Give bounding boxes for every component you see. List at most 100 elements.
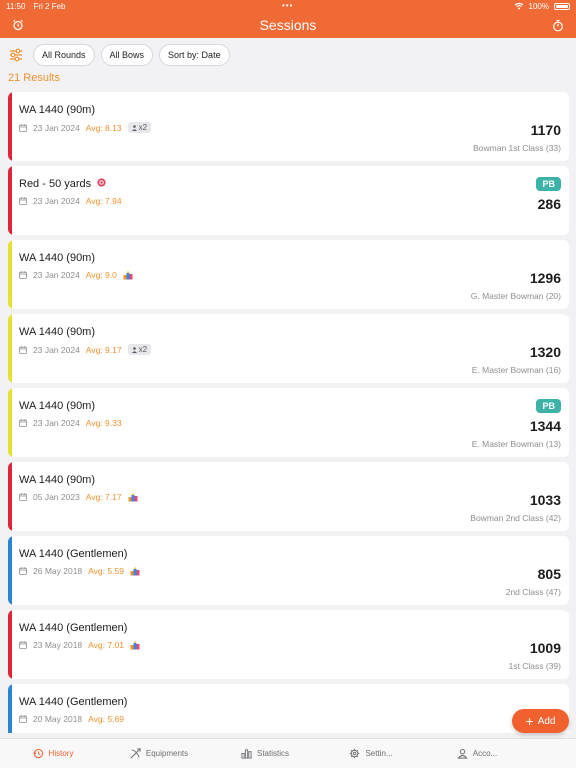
battery-icon (554, 2, 570, 10)
session-meta: 23 May 2018 Avg: 7.01 (19, 640, 140, 650)
calendar-icon (19, 271, 27, 279)
session-score: 1009 (529, 640, 561, 656)
gear-icon (350, 748, 360, 759)
session-title-text: WA 1440 (90m) (19, 252, 96, 264)
tab-history-label: History (48, 749, 74, 758)
add-button-label: Add (537, 715, 556, 727)
page-title: Sessions (259, 17, 317, 33)
session-date: 23 May 2018 (33, 640, 83, 650)
session-date: 23 Jan 2024 (33, 122, 80, 133)
calendar-icon (19, 419, 27, 427)
shooters-count: x2 (138, 123, 148, 132)
bow-color-stripe (8, 166, 12, 235)
session-average: Avg: 8.13 (85, 122, 122, 133)
plus-icon: + (525, 713, 534, 729)
wifi-icon (514, 2, 523, 10)
tab-equipments[interactable]: Equipments (106, 739, 212, 768)
session-date: 20 May 2018 (33, 714, 83, 724)
session-average: Avg: 9.0 (85, 270, 117, 280)
session-title: WA 1440 (Gentlemen) (19, 696, 127, 708)
session-card[interactable]: WA 1440 (Gentlemen) 23 May 2018 Avg: 7.01 1… (8, 610, 569, 679)
team-icon (130, 566, 140, 575)
tab-bar: History Equipments Statistics Settin... … (0, 738, 576, 768)
session-card[interactable]: WA 1440 (Gentlemen) 26 May 2018 Avg: 5.59 8… (8, 536, 569, 605)
session-card[interactable]: WA 1440 (Gentlemen)20 May 2018Avg: 5.698… (8, 684, 569, 733)
calendar-icon (19, 715, 27, 723)
session-classification: Bowman 1st Class (33) (473, 143, 561, 153)
calendar-icon (19, 641, 27, 649)
session-title: WA 1440 (90m) (19, 326, 95, 338)
sessions-list[interactable]: WA 1440 (90m) 23 Jan 2024 Avg: 8.13 x2 1170 B… (8, 92, 569, 733)
tab-equipments-label: Equipments (145, 749, 189, 758)
session-score: 1296 (529, 270, 561, 286)
all-bows-filter[interactable]: All Bows (100, 44, 154, 66)
session-meta: 23 Jan 2024 Avg: 8.13 x2 (19, 122, 152, 133)
bow-arrow-icon (130, 748, 141, 759)
person-icon (131, 346, 137, 353)
calendar-icon (19, 567, 27, 575)
add-session-button[interactable]: + Add (512, 709, 569, 733)
chart-icon (241, 749, 252, 759)
history-icon (33, 748, 43, 759)
session-card[interactable]: WA 1440 (90m) 05 Jan 2023 Avg: 7.17 1033 Bow… (8, 462, 569, 531)
session-date: 23 Jan 2024 (33, 344, 80, 355)
session-meta: 23 Jan 2024 Avg: 9.0 (19, 270, 133, 280)
personal-best-badge: PB (536, 399, 561, 413)
session-card[interactable]: WA 1440 (90m) 23 Jan 2024 Avg: 8.13 x2 1170 B… (8, 92, 569, 161)
team-icon (130, 640, 140, 649)
session-card[interactable]: WA 1440 (90m) 23 Jan 2024 Avg: 9.33 PB 1344 E… (8, 388, 569, 457)
stopwatch-icon[interactable] (550, 17, 566, 33)
bow-color-stripe (8, 684, 12, 733)
tab-statistics[interactable]: Statistics (212, 739, 318, 768)
session-classification: 1st Class (39) (508, 661, 561, 671)
session-average: Avg: 7.01 (88, 640, 124, 650)
shooters-count: x2 (138, 345, 148, 354)
session-date: 23 Jan 2024 (33, 418, 80, 428)
multitasking-dots[interactable]: ••• (282, 1, 293, 10)
tab-account[interactable]: Acco... (424, 739, 530, 768)
session-title: WA 1440 (90m) (19, 474, 95, 486)
session-title-text: Red - 50 yards (19, 178, 92, 190)
tab-statistics-label: Statistics (256, 749, 289, 758)
bow-color-stripe (8, 314, 12, 383)
navigation-bar: Sessions (0, 12, 576, 38)
person-icon (457, 748, 468, 759)
session-score: 1170 (530, 122, 561, 138)
session-title: WA 1440 (90m) (19, 252, 95, 264)
calendar-icon (19, 123, 27, 132)
bow-color-stripe (8, 92, 12, 161)
person-icon (131, 124, 137, 131)
session-card[interactable]: WA 1440 (90m) 23 Jan 2024 Avg: 9.0 1296 G. M… (8, 240, 569, 309)
session-title-text: WA 1440 (Gentlemen) (19, 622, 128, 634)
session-card[interactable]: WA 1440 (90m) 23 Jan 2024 Avg: 9.17 x2 1320 E… (8, 314, 569, 383)
sort-by-date-filter[interactable]: Sort by: Date (159, 44, 230, 66)
shooters-badge: x2 (127, 344, 152, 355)
all-rounds-filter[interactable]: All Rounds (33, 44, 95, 66)
session-title: Red - 50 yards (19, 178, 106, 190)
session-date: 26 May 2018 (33, 566, 83, 576)
session-average: Avg: 7.17 (85, 492, 122, 502)
session-average: Avg: 9.33 (85, 418, 122, 428)
tab-history[interactable]: History (0, 739, 106, 768)
session-meta: 26 May 2018 Avg: 5.59 (19, 566, 140, 576)
tab-settings[interactable]: Settin... (318, 739, 424, 768)
bow-color-stripe (8, 240, 12, 309)
session-score: 805 (537, 566, 561, 582)
alarm-icon[interactable] (10, 17, 26, 33)
session-score: 1320 (529, 344, 561, 360)
session-average: Avg: 5.59 (88, 566, 124, 576)
session-title-text: WA 1440 (90m) (19, 104, 96, 116)
session-classification: Bowman 2nd Class (42) (470, 513, 561, 523)
session-classification: E. Master Bowman (16) (471, 365, 561, 375)
session-title: WA 1440 (Gentlemen) (19, 622, 127, 634)
status-time: 11:50 (6, 1, 26, 11)
session-meta: 05 Jan 2023 Avg: 7.17 (19, 492, 138, 502)
session-title-text: WA 1440 (Gentlemen) (19, 548, 128, 560)
session-card[interactable]: Red - 50 yards 23 Jan 2024 Avg: 7.94 PB 286 (8, 166, 569, 235)
status-bar: 11:50 Fri 2 Feb ••• 100% (0, 0, 576, 12)
session-meta: 23 Jan 2024 Avg: 7.94 (19, 196, 122, 206)
filter-sliders-icon[interactable] (8, 47, 24, 63)
session-title-text: WA 1440 (90m) (19, 400, 96, 412)
session-date: 23 Jan 2024 (33, 270, 80, 280)
results-count: 21 Results (8, 72, 60, 84)
